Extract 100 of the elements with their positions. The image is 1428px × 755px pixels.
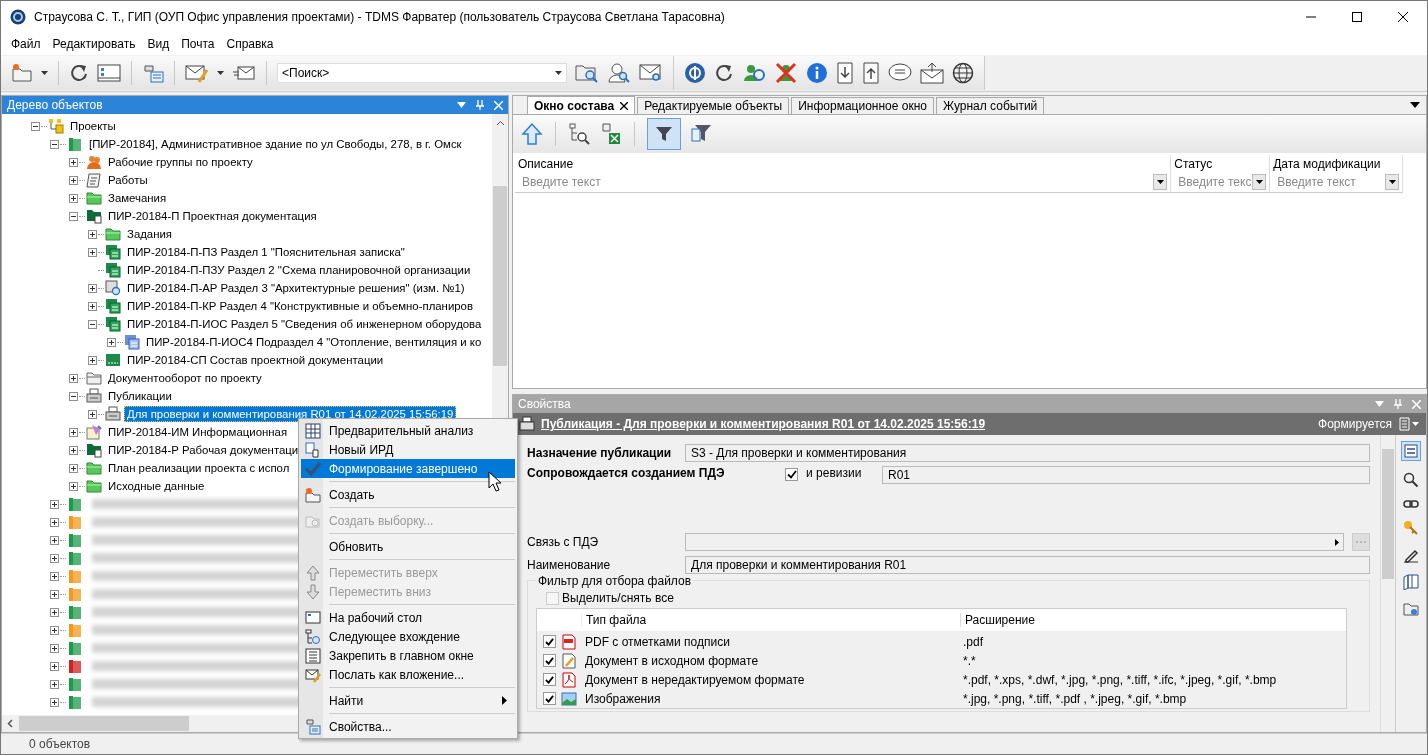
menu-item[interactable]: Создать [301,485,515,504]
tree-item[interactable]: Публикации [105,388,175,404]
expander-icon[interactable] [88,319,97,329]
refresh-icon[interactable] [69,63,89,83]
object-title-link[interactable]: Публикация - Для проверки и комментирования R01 от 14.02.2025 15:56:19 [541,417,986,431]
window-icon[interactable] [97,64,121,82]
expander-icon[interactable] [69,463,78,473]
checkbox[interactable] [785,468,798,481]
expander-icon[interactable] [50,517,59,527]
globe-icon[interactable] [952,62,974,84]
expander-icon[interactable] [31,121,40,131]
tree-item[interactable]: ПИР-20184-Р Рабочая документаци [105,442,302,458]
purpose-field[interactable]: S3 - Для проверки и комментирования [685,444,1370,462]
tree-item[interactable]: ПИР-20184-П-КР Раздел 4 "Конструктивные и объемно-планиров [124,298,476,314]
new-folder-icon[interactable] [11,63,33,83]
info-icon[interactable] [806,62,828,84]
revision-field[interactable]: R01 [882,466,1370,484]
link-icon[interactable] [1403,499,1419,509]
filter-button[interactable] [647,118,681,150]
send-mail-icon[interactable] [232,64,256,82]
expander-icon[interactable] [69,157,78,167]
report-menu-icon[interactable] [1398,417,1420,431]
checkbox[interactable] [542,692,556,705]
expander-icon[interactable] [88,409,97,419]
tree-item[interactable]: Проекты [67,118,119,134]
menu-item[interactable]: Следующее вхождение [301,627,515,646]
user-search-icon[interactable] [607,62,631,84]
column-header[interactable]: Дата модификации [1273,157,1399,171]
mail-search-icon[interactable] [639,62,663,84]
expander-icon[interactable] [69,175,78,185]
expander-icon[interactable] [50,553,59,563]
menu-item[interactable]: Формирование завершено [301,459,515,478]
folder-search-icon[interactable] [575,62,599,84]
search-icon[interactable] [1403,472,1419,488]
expander-icon[interactable] [69,427,78,437]
tab[interactable]: Редактируемые объекты [637,97,790,114]
scroll-up-icon[interactable] [495,120,505,126]
filter-field[interactable]: Введите текст [518,173,1168,190]
tab[interactable]: Журнал событий [935,97,1045,114]
menu-item[interactable]: Файл [5,37,47,51]
export-excel-icon[interactable] [600,122,622,146]
tree-item[interactable]: ПИР-20184-П Проектная документация [105,208,320,224]
menu-item[interactable]: Найти [301,691,515,710]
expander-icon[interactable] [50,499,59,509]
tab[interactable]: Информационное окно [791,97,934,114]
menu-item[interactable]: На рабочий стол [301,608,515,627]
maximize-icon[interactable] [1351,11,1363,23]
dropdown-caret-icon[interactable] [1388,179,1396,184]
expander-icon[interactable] [88,355,97,365]
dropdown-caret-icon[interactable] [1156,179,1164,184]
refresh-icon[interactable] [714,63,734,83]
tree-item[interactable]: ПИР-20184-П-ПЗ Раздел 1 "Пояснительная записка" [124,244,408,260]
up-arrow-icon[interactable] [521,122,543,146]
tree-item[interactable]: Рабочие группы по проекту [105,154,256,170]
tab[interactable]: Окно состава [527,96,636,114]
tree-item[interactable]: Исходные данные [105,478,208,494]
menu-item[interactable]: Закрепить в главном окне [301,646,515,665]
form-view-button[interactable] [1401,441,1421,461]
vertical-scrollbar[interactable] [1380,435,1395,732]
tree-item[interactable]: Задания [124,226,176,242]
column-header[interactable]: Расширение [960,613,1346,627]
expander-icon[interactable] [107,337,116,347]
dropdown-caret-icon[interactable] [555,71,562,75]
tree-item[interactable]: ПИР-20184-СП Состав проектной документации [124,352,387,368]
mail-send-icon[interactable] [920,62,944,84]
tree-item[interactable]: ПИР-20184-П-ПЗУ Раздел 2 "Схема планировочной организации [124,262,474,278]
expander-icon[interactable] [69,391,78,401]
expander-icon[interactable] [50,679,59,689]
close-icon[interactable] [620,101,629,110]
menu-item[interactable]: Послать как вложение... [301,665,515,684]
expander-icon[interactable] [69,481,78,491]
search-field[interactable]: <Поиск> [277,63,567,83]
expander-icon[interactable] [69,445,78,455]
name-field[interactable]: Для проверки и комментирования R01 [685,556,1370,574]
dropdown-caret-icon[interactable] [41,71,48,75]
filter-list-icon[interactable] [691,123,713,145]
expander-icon[interactable] [50,535,59,545]
tree-item[interactable]: ПИР-20184-П-ИОС4 Подраздел 4 "Отопление, вентиляция и ко [143,334,485,350]
menu-item[interactable]: Свойства... [301,717,515,736]
expander-icon[interactable] [50,697,59,707]
expander-icon[interactable] [50,607,59,617]
checkbox[interactable] [546,591,559,605]
expander-icon[interactable] [88,229,97,239]
key-icon[interactable] [1403,520,1419,536]
expander-icon[interactable] [50,571,59,581]
expander-icon[interactable] [50,589,59,599]
menu-item[interactable]: Почта [175,37,221,51]
cross-user-icon[interactable] [774,61,798,85]
menu-item[interactable]: Предварительный анализ [301,421,515,440]
dropdown-caret-icon[interactable] [1255,179,1263,184]
dropdown-caret-icon[interactable] [217,71,224,75]
expander-icon[interactable] [69,211,78,221]
expander-icon[interactable] [50,139,59,149]
document-up-icon[interactable] [862,62,880,84]
column-header[interactable]: Статус [1174,157,1267,171]
scroll-left-icon[interactable] [7,719,13,728]
expander-icon[interactable] [88,283,97,293]
menu-item[interactable]: Редактировать [46,37,142,51]
expander-icon[interactable] [50,661,59,671]
expander-icon[interactable] [50,625,59,635]
